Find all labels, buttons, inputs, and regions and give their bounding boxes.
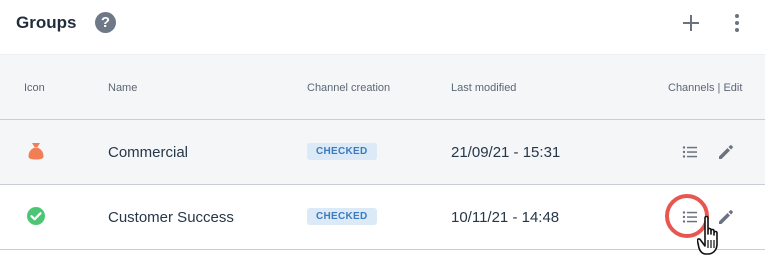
add-group-button[interactable] xyxy=(679,11,703,35)
table-row[interactable]: Customer Success CHECKED 10/11/21 - 14:4… xyxy=(0,185,765,250)
groups-table: Icon Name Channel creation Last modified… xyxy=(0,55,765,250)
status-badge: CHECKED xyxy=(307,143,377,160)
column-header-name[interactable]: Name xyxy=(108,82,137,94)
help-icon[interactable]: ? xyxy=(95,12,116,33)
pencil-icon xyxy=(719,145,733,159)
column-header-icon: Icon xyxy=(24,82,45,94)
column-header-channel-creation[interactable]: Channel creation xyxy=(307,82,390,94)
page-header: Groups ? xyxy=(0,0,765,55)
channels-list-button[interactable] xyxy=(680,142,700,162)
more-options-button[interactable] xyxy=(725,11,749,35)
status-badge: CHECKED xyxy=(307,208,377,225)
group-name: Customer Success xyxy=(108,209,234,226)
vertical-ellipsis-icon xyxy=(735,14,739,32)
column-header-last-modified[interactable]: Last modified xyxy=(451,82,516,94)
list-icon xyxy=(682,146,697,158)
edit-button[interactable] xyxy=(716,142,736,162)
last-modified: 10/11/21 - 14:48 xyxy=(451,209,560,226)
page-title: Groups xyxy=(16,13,77,32)
table-header: Icon Name Channel creation Last modified… xyxy=(0,55,765,120)
hand-cursor-icon xyxy=(697,215,718,255)
column-header-actions: Channels | Edit xyxy=(668,82,743,94)
money-bag-icon xyxy=(26,141,46,161)
plus-icon xyxy=(683,15,699,31)
table-row[interactable]: Commercial CHECKED 21/09/21 - 15:31 xyxy=(0,120,765,185)
check-circle-icon xyxy=(26,206,46,226)
group-name: Commercial xyxy=(108,144,189,161)
last-modified: 21/09/21 - 15:31 xyxy=(451,144,561,161)
